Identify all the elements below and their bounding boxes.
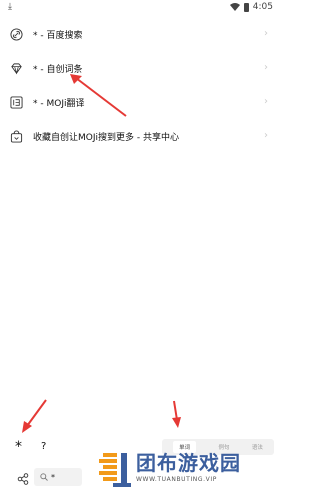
chevron-right-icon: ›	[264, 130, 268, 141]
search-input[interactable]: *	[34, 468, 82, 486]
wifi-icon	[229, 3, 240, 11]
diamond-icon	[11, 63, 22, 75]
search-input-value: *	[51, 472, 55, 482]
status-bar: ⤓ 4:05	[0, 0, 281, 16]
tab-examples[interactable]: 例句	[218, 443, 229, 451]
battery-icon	[243, 2, 249, 12]
chevron-right-icon: ›	[264, 96, 268, 107]
watermark-text: 团布游戏园	[136, 451, 241, 475]
menu-item-label: 收藏自创让MOJi搜到更多 - 共享中心	[33, 133, 179, 143]
asterisk-button[interactable]: *	[15, 439, 22, 455]
menu-item-share-center[interactable]: 收藏自创让MOJi搜到更多 - 共享中心 ›	[0, 120, 281, 154]
menu-item-label: * - 自创词条	[33, 65, 83, 75]
watermark-logo: 团布游戏园 WWW.TUANBUTING.VIP	[97, 451, 241, 489]
chevron-right-icon: ›	[264, 62, 268, 73]
watermark-mark-icon	[99, 453, 131, 487]
download-icon: ⤓	[8, 2, 12, 12]
menu-item-label: * - 百度搜索	[33, 31, 83, 41]
tab-grammar[interactable]: 语法	[252, 443, 263, 451]
status-time: 4:05	[252, 2, 273, 12]
translate-icon	[10, 96, 23, 109]
share-icon[interactable]	[17, 473, 29, 485]
watermark-url: WWW.TUANBUTING.VIP	[136, 476, 217, 483]
menu-item-label: * - MOJi翻译	[33, 99, 85, 109]
search-icon	[40, 473, 48, 481]
menu-list: * - 百度搜索 › * - 自创词条 › * - MOJi翻译 › 收藏自创让…	[0, 18, 281, 154]
menu-item-moji-translate[interactable]: * - MOJi翻译 ›	[0, 86, 281, 120]
status-right: 4:05	[229, 2, 273, 12]
question-button[interactable]: ?	[41, 441, 46, 452]
menu-item-custom-entry[interactable]: * - 自创词条 ›	[0, 52, 281, 86]
menu-item-baidu-search[interactable]: * - 百度搜索 ›	[0, 18, 281, 52]
link-icon	[10, 28, 23, 41]
chevron-right-icon: ›	[264, 28, 268, 39]
bag-icon	[10, 130, 23, 143]
